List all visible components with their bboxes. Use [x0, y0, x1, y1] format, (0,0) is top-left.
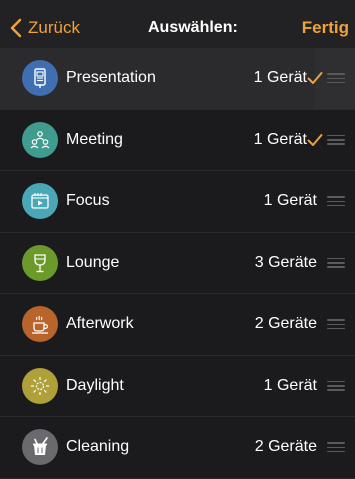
device-count: 1 Gerät	[253, 130, 307, 148]
scene-name: Cleaning	[66, 438, 130, 456]
scene-name: Meeting	[66, 130, 123, 148]
scene-row-presentation[interactable]: Presentation 1 Gerät	[0, 48, 355, 110]
daylight-avatar	[22, 367, 58, 404]
afterwork-icon	[32, 316, 49, 334]
reorder-handle-icon[interactable]	[327, 196, 345, 207]
reorder-handle-icon[interactable]	[327, 380, 345, 391]
daylight-icon	[31, 376, 49, 395]
scene-row-daylight[interactable]: Daylight 1 Gerät	[0, 356, 355, 417]
afterwork-avatar	[22, 306, 58, 343]
reorder-handle-icon[interactable]	[327, 257, 345, 268]
focus-icon	[31, 193, 49, 209]
page-title: Auswählen:	[148, 19, 238, 36]
chevron-left-icon	[10, 18, 22, 38]
scene-row-meeting[interactable]: Meeting 1 Gerät	[0, 110, 355, 171]
back-button[interactable]: Zurück	[10, 16, 80, 40]
meeting-avatar	[22, 121, 58, 158]
navigation-bar: Zurück Auswählen: Fertig	[0, 0, 355, 48]
scene-name: Lounge	[66, 253, 120, 271]
cleaning-icon	[33, 437, 48, 456]
reorder-handle-icon[interactable]	[327, 442, 345, 453]
focus-avatar	[22, 183, 58, 220]
device-count: 1 Gerät	[263, 192, 317, 210]
lounge-icon	[34, 254, 46, 272]
scene-list: Presentation 1 Gerät Meeting 1 Gerät Foc…	[0, 48, 355, 479]
done-button[interactable]: Fertig	[302, 18, 349, 38]
reorder-handle-icon[interactable]	[327, 73, 345, 84]
device-count: 2 Geräte	[254, 315, 317, 333]
scene-row-focus[interactable]: Focus 1 Gerät	[0, 171, 355, 233]
presentation-icon	[34, 68, 46, 89]
reorder-handle-icon[interactable]	[327, 134, 345, 145]
presentation-avatar	[22, 60, 58, 97]
device-count: 1 Gerät	[263, 376, 317, 394]
checkmark-icon	[307, 133, 323, 146]
lounge-avatar	[22, 244, 58, 281]
scene-name: Daylight	[66, 376, 124, 394]
device-count: 3 Geräte	[254, 253, 317, 271]
reorder-handle-icon[interactable]	[327, 319, 345, 330]
cleaning-avatar	[22, 429, 58, 466]
device-count: 1 Gerät	[253, 69, 307, 87]
back-button-label: Zurück	[28, 18, 80, 37]
scene-name: Presentation	[66, 69, 156, 87]
scene-name: Afterwork	[66, 315, 134, 333]
meeting-icon	[30, 130, 50, 149]
scene-row-afterwork[interactable]: Afterwork 2 Geräte	[0, 294, 355, 356]
scene-name: Focus	[66, 192, 110, 210]
device-count: 2 Geräte	[254, 438, 317, 456]
checkmark-icon	[307, 72, 323, 85]
scene-row-lounge[interactable]: Lounge 3 Geräte	[0, 233, 355, 294]
scene-row-cleaning[interactable]: Cleaning 2 Geräte	[0, 417, 355, 479]
